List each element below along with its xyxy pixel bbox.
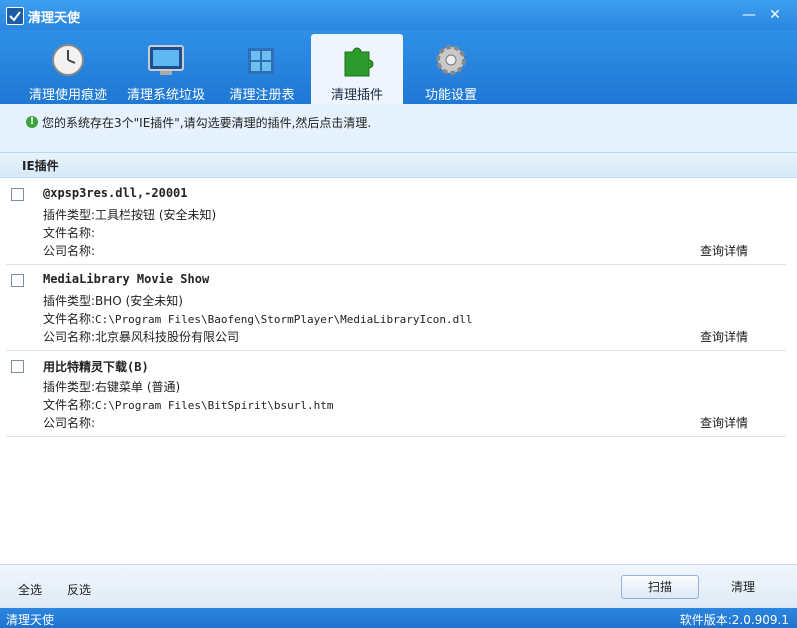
plugin-company: 北京暴风科技股份有限公司	[95, 330, 240, 344]
clean-button[interactable]: 清理	[704, 575, 782, 599]
select-all-link[interactable]: 全选	[18, 581, 42, 598]
plugin-name: MediaLibrary Movie Show	[43, 272, 210, 286]
plugin-type: 右键菜单 (普通)	[95, 380, 181, 394]
type-label: 插件类型:	[43, 294, 96, 308]
plugin-checkbox[interactable]	[11, 274, 24, 287]
plugin-file: C:\Program Files\Baofeng\StormPlayer\Med…	[95, 313, 473, 326]
list-item: MediaLibrary Movie Show 插件类型:BHO (安全未知) …	[6, 264, 786, 351]
plugin-name: @xpsp3res.dll,-20001	[43, 186, 188, 200]
plugin-checkbox[interactable]	[11, 360, 24, 373]
plugin-type: BHO (安全未知)	[95, 294, 183, 308]
type-label: 插件类型:	[43, 208, 96, 222]
version-label: 软件版本:2.0.909.1	[679, 613, 789, 627]
section-header: IE插件	[0, 153, 797, 178]
list-item: @xpsp3res.dll,-20001 插件类型:工具栏按钮 (安全未知) 文…	[6, 178, 786, 265]
plugin-file: C:\Program Files\BitSpirit\bsurl.htm	[95, 399, 334, 412]
company-label: 公司名称:	[43, 244, 96, 258]
company-label: 公司名称:	[43, 416, 96, 430]
clock-icon	[48, 42, 88, 78]
plugin-name: 用比特精灵下载(B)	[43, 360, 149, 374]
app-icon	[6, 7, 24, 25]
plugin-list: @xpsp3res.dll,-20001 插件类型:工具栏按钮 (安全未知) 文…	[0, 178, 797, 564]
file-label: 文件名称:	[43, 226, 96, 240]
tab-clean-plugins[interactable]: 清理插件	[311, 34, 403, 104]
tab-clean-system-junk[interactable]: 清理系统垃圾	[118, 34, 214, 104]
tab-clean-registry[interactable]: 清理注册表	[216, 34, 308, 104]
plugin-checkbox[interactable]	[11, 188, 24, 201]
window-title: 清理天使	[28, 11, 81, 26]
invert-selection-link[interactable]: 反选	[67, 581, 91, 598]
info-bar: ! 您的系统存在3个"IE插件",请勾选要清理的插件,然后点击清理.	[0, 104, 797, 153]
query-details-link[interactable]: 查询详情	[700, 242, 748, 259]
status-app-name: 清理天使	[6, 613, 55, 627]
file-label: 文件名称:	[43, 398, 96, 412]
tab-settings[interactable]: 功能设置	[405, 34, 497, 104]
close-button[interactable]: ✕	[766, 6, 784, 24]
minimize-button[interactable]: —	[740, 6, 758, 24]
puzzle-icon	[337, 42, 377, 78]
info-check-icon: !	[26, 116, 38, 128]
list-item: 用比特精灵下载(B) 插件类型:右键菜单 (普通) 文件名称:C:\Progra…	[6, 350, 786, 437]
query-details-link[interactable]: 查询详情	[700, 414, 748, 431]
tab-clean-traces[interactable]: 清理使用痕迹	[20, 34, 116, 104]
title-bar: 清理天使 — ✕	[0, 0, 797, 30]
info-message: 您的系统存在3个"IE插件",请勾选要清理的插件,然后点击清理.	[42, 116, 372, 130]
main-toolbar: 清理使用痕迹 清理系统垃圾 清理注册表 清理插件 功能设置	[0, 30, 797, 104]
gear-icon	[431, 42, 471, 78]
monitor-icon	[146, 42, 186, 78]
footer-bar: 全选 反选 扫描 清理	[0, 564, 797, 609]
registry-icon	[242, 42, 282, 78]
file-label: 文件名称:	[43, 312, 96, 326]
plugin-type: 工具栏按钮 (安全未知)	[95, 208, 217, 222]
query-details-link[interactable]: 查询详情	[700, 328, 748, 345]
scan-button[interactable]: 扫描	[621, 575, 699, 599]
section-title: IE插件	[22, 159, 59, 173]
company-label: 公司名称:	[43, 330, 96, 344]
type-label: 插件类型:	[43, 380, 96, 394]
status-bar: 清理天使 软件版本:2.0.909.1	[0, 608, 797, 628]
